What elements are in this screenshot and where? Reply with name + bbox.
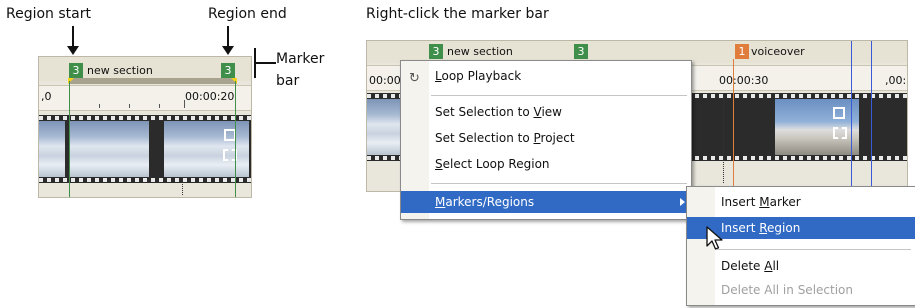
menu-item-label: Set Selection to View [435, 105, 562, 119]
ruler-tick [129, 104, 130, 108]
marker-tag-2[interactable]: 3 [574, 44, 588, 59]
region-end-flag [231, 78, 237, 84]
callout-region-end: Region end [208, 6, 287, 22]
menu-item-label: Insert Marker [721, 195, 801, 209]
menu-item-delete-all[interactable]: Delete All [687, 255, 915, 277]
menu-separator [431, 95, 687, 96]
film-sprocket-bottom [39, 178, 251, 182]
marker-tag-3[interactable]: 1 [735, 44, 749, 59]
ruler-label-left: ,0 [41, 90, 52, 103]
film-sprocket-top [39, 116, 251, 120]
loop-icon: ↻ [409, 71, 420, 86]
ruler-label-time: 00:00:30 [719, 74, 769, 87]
ruler-tick [184, 100, 185, 108]
callout-marker-bar-line2: bar [276, 73, 300, 89]
menu-separator [431, 183, 687, 184]
ruler-label-left: 00:00 [369, 74, 401, 87]
callout-marker-bar-line1: Marker [276, 51, 325, 67]
region-end-line [235, 81, 236, 197]
crop-icon[interactable] [833, 107, 845, 119]
marker-label: new section [87, 64, 153, 77]
callout-region-start: Region start [6, 6, 91, 22]
menu-item-loop-playback[interactable]: ↻ Loop Playback [401, 65, 691, 87]
menu-item-set-selection-view[interactable]: Set Selection to View [401, 101, 691, 123]
callout-marker-bar: Marker bar [276, 48, 324, 92]
ruler-tick [99, 104, 100, 108]
menu-item-label: Markers/Regions [435, 195, 535, 209]
video-frame [69, 121, 149, 177]
menu-item-delete-all-in-selection: Delete All in Selection [687, 279, 915, 301]
menu-item-label: Set Selection to Project [435, 131, 575, 145]
ruler-label-time: 00:00:20 [185, 90, 235, 103]
right-title: Right-click the marker bar [366, 6, 549, 22]
menu-item-label: Delete All [721, 259, 780, 273]
marker-tag-start[interactable]: 3 [69, 63, 83, 78]
marker-line-orange [733, 59, 734, 191]
context-menu: ↻ Loop Playback Set Selection to View Se… [400, 60, 692, 220]
marker-tag-1[interactable]: 3 [429, 44, 443, 59]
ruler-label-right: ,00: [885, 74, 907, 87]
video-track[interactable] [39, 115, 251, 183]
menu-item-set-selection-project[interactable]: Set Selection to Project [401, 127, 691, 149]
menu-item-label: Select Loop Region [435, 157, 550, 171]
dotted-guide [723, 93, 724, 183]
submenu-arrow-icon [680, 198, 685, 206]
video-frame [367, 99, 401, 155]
mouse-pointer-icon [706, 226, 723, 250]
ruler-tick [159, 104, 160, 108]
pan-crop-icon[interactable] [833, 127, 847, 139]
menu-item-markers-regions[interactable]: Markers/Regions [401, 191, 691, 213]
marker-tag-end[interactable]: 3 [221, 63, 235, 78]
region-strip[interactable] [69, 78, 237, 84]
dotted-guide [182, 179, 183, 195]
menu-item-label: Loop Playback [435, 69, 522, 83]
menu-item-label: Delete All in Selection [721, 283, 853, 297]
video-frame [39, 121, 65, 177]
cursor-line-blue [851, 41, 852, 191]
menu-item-select-loop-region[interactable]: Select Loop Region [401, 153, 691, 175]
menu-item-label: Insert Region [721, 221, 801, 235]
marker-label-1: new section [447, 45, 513, 58]
cursor-line-blue-2 [871, 41, 872, 191]
menu-item-insert-marker[interactable]: Insert Marker [687, 191, 915, 213]
left-timeline-panel: 3 new section 3 ,0 00:00:20 [38, 56, 252, 198]
marker-bar-leader [256, 62, 276, 64]
marker-label-3: voiceover [751, 45, 805, 58]
menu-separator [717, 249, 911, 250]
region-start-line [69, 81, 70, 197]
